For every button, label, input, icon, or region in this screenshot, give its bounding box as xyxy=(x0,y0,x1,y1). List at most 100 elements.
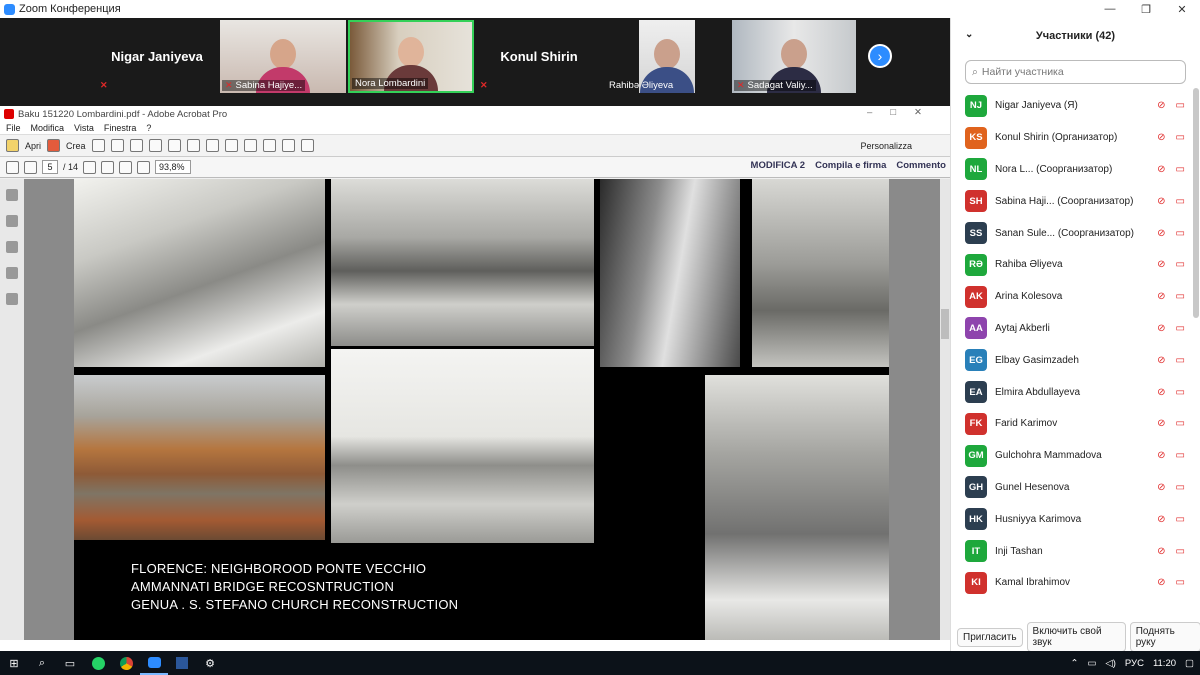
layers-icon[interactable] xyxy=(6,267,18,279)
window-titlebar: Zoom Конференция — ❐ ✕ xyxy=(0,0,1200,18)
participant-row[interactable]: EA Elmira Abdullayeva ⊘ ▭ xyxy=(951,376,1189,408)
prev-page-icon[interactable] xyxy=(6,160,19,174)
chrome-icon[interactable] xyxy=(112,651,140,675)
zoom-input[interactable]: 93,8% xyxy=(155,160,192,174)
participant-row[interactable]: FK Farid Karimov ⊘ ▭ xyxy=(951,408,1189,440)
stamp-icon[interactable] xyxy=(243,139,257,152)
participant-tile-sadagat[interactable]: ✕ Sadagat Valiy... xyxy=(732,20,856,93)
clock[interactable]: 11:20 xyxy=(1153,658,1176,669)
participant-row[interactable]: HK Husniyya Karimova ⊘ ▭ xyxy=(951,503,1189,535)
highlight-icon[interactable] xyxy=(262,139,276,152)
raise-hand-button[interactable]: Поднять руку xyxy=(1129,622,1200,652)
participant-row[interactable]: RƏ Rahiba Əliyeva ⊘ ▭ xyxy=(951,249,1189,281)
avatar: EA xyxy=(965,381,987,404)
acrobat-window-controls[interactable]: –□✕ xyxy=(867,107,940,118)
participant-tile-rahibe[interactable]: Rahibə Əliyeva xyxy=(604,20,730,93)
zoom-in-icon[interactable] xyxy=(137,160,151,174)
video-gallery: Nigar Janiyeva ✕ ✕ Sabina Hajiye... Nora … xyxy=(0,18,950,106)
participant-row[interactable]: GH Gunel Hesenova ⊘ ▭ xyxy=(951,472,1189,504)
modifica-link[interactable]: MODIFICA 2 xyxy=(751,160,806,171)
text-tool-icon[interactable] xyxy=(205,139,219,152)
create-pdf-icon[interactable] xyxy=(47,139,61,152)
participants-scrollbar[interactable] xyxy=(1193,88,1199,318)
participant-row[interactable]: EG Elbay Gasimzadeh ⊘ ▭ xyxy=(951,344,1189,376)
participant-tile-sabina[interactable]: ✕ Sabina Hajiye... xyxy=(220,20,346,93)
page-number-input[interactable]: 5 xyxy=(42,160,58,174)
shape-icon[interactable] xyxy=(300,139,314,152)
settings-icon[interactable] xyxy=(186,139,200,152)
menu-modifica[interactable]: Modifica xyxy=(31,123,65,133)
participant-search-input[interactable]: ⌕ Найти участника xyxy=(965,60,1186,84)
minimize-button[interactable]: — xyxy=(1092,0,1128,18)
signature-icon[interactable] xyxy=(6,293,18,305)
invite-button[interactable]: Пригласить xyxy=(957,627,1023,647)
print-icon[interactable] xyxy=(129,139,143,152)
participant-name: Elbay Gasimzadeh xyxy=(995,354,1079,366)
attachment-icon[interactable] xyxy=(6,241,18,253)
participant-row[interactable]: SH Sabina Haji... (Соорганизатор) ⊘ ▭ xyxy=(951,185,1189,217)
participant-row[interactable]: AK Arina Kolesova ⊘ ▭ xyxy=(951,281,1189,313)
unmute-button[interactable]: Включить свой звук xyxy=(1026,622,1126,652)
participant-row[interactable]: SS Sanan Sule... (Соорганизатор) ⊘ ▭ xyxy=(951,217,1189,249)
menu-help[interactable]: ? xyxy=(146,123,151,133)
chevron-up-icon[interactable]: ⌃ xyxy=(1070,658,1078,669)
menu-finestra[interactable]: Finestra xyxy=(104,123,137,133)
participant-status-icons: ⊘ ▭ xyxy=(1157,228,1185,239)
save-icon[interactable] xyxy=(91,139,105,152)
participant-row[interactable]: IT Inji Tashan ⊘ ▭ xyxy=(951,535,1189,567)
zoom-out-icon[interactable] xyxy=(119,160,133,174)
search-icon[interactable]: ⌕ xyxy=(28,651,56,675)
participant-row[interactable]: NJ Nigar Janiyeva (Я) ⊘ ▭ xyxy=(951,90,1189,122)
personalizza-dropdown[interactable]: Personalizza xyxy=(860,141,912,151)
bookmark-icon[interactable] xyxy=(6,215,18,227)
participant-status-icons: ⊘ ▭ xyxy=(1157,100,1185,111)
menu-vista[interactable]: Vista xyxy=(74,123,94,133)
settings-gear-icon[interactable]: ⚙ xyxy=(196,651,224,675)
photo-ruined-tower xyxy=(74,179,325,367)
zoom-logo-icon xyxy=(4,3,15,15)
participant-tile-konul[interactable]: Konul Shirin ✕ xyxy=(476,20,602,93)
volume-icon[interactable]: ◁) xyxy=(1105,658,1115,669)
participant-row[interactable]: KS Konul Shirin (Организатор) ⊘ ▭ xyxy=(951,122,1189,154)
tile-name: Nigar Janiyeva xyxy=(111,49,203,64)
network-icon[interactable]: ▭ xyxy=(1087,658,1096,669)
notification-icon[interactable]: ▢ xyxy=(1185,658,1194,669)
language-indicator[interactable]: РУС xyxy=(1125,658,1144,669)
participant-row[interactable]: NL Nora L... (Соорганизатор) ⊘ ▭ xyxy=(951,154,1189,186)
windows-start-icon[interactable]: ⊞ xyxy=(0,651,28,675)
close-button[interactable]: ✕ xyxy=(1164,0,1200,18)
participant-row[interactable]: AA Aytaj Akberli ⊘ ▭ xyxy=(951,313,1189,345)
compila-link[interactable]: Compila e firma xyxy=(815,160,886,171)
participant-tile-nora[interactable]: Nora Lombardini xyxy=(348,20,474,93)
email-icon[interactable] xyxy=(167,139,181,152)
document-scrollbar[interactable] xyxy=(940,179,950,640)
participant-name: Gulchohra Mammadova xyxy=(995,450,1102,462)
chevron-down-icon[interactable]: ⌄ xyxy=(965,29,973,40)
zoom-taskbar-icon[interactable] xyxy=(140,651,168,675)
commento-link[interactable]: Commento xyxy=(896,160,946,171)
acrobat-title: Baku 151220 Lombardini.pdf - Adobe Acrob… xyxy=(18,108,228,120)
hand-tool-icon[interactable] xyxy=(101,160,115,174)
comment-icon[interactable] xyxy=(224,139,238,152)
crea-button[interactable]: Crea xyxy=(66,141,86,151)
pages-icon[interactable] xyxy=(6,189,18,201)
task-view-icon[interactable]: ▭ xyxy=(56,651,84,675)
next-page-arrow-icon[interactable] xyxy=(24,160,37,174)
participant-row[interactable]: KI Kamal Ibrahimov ⊘ ▭ xyxy=(951,567,1189,599)
participant-row[interactable]: GM Gulchohra Mammadova ⊘ ▭ xyxy=(951,440,1189,472)
pen-icon[interactable] xyxy=(281,139,295,152)
next-page-icon[interactable]: › xyxy=(868,44,892,68)
edit-icon[interactable] xyxy=(148,139,162,152)
apri-button[interactable]: Apri xyxy=(25,141,41,151)
whatsapp-icon[interactable] xyxy=(84,651,112,675)
open-folder-icon[interactable] xyxy=(6,139,19,152)
acrobat-navbar: 5 / 14 93,8% MODIFICA 2 Compila e firma … xyxy=(0,157,950,178)
word-icon[interactable] xyxy=(168,651,196,675)
mic-muted-icon: ⊘ xyxy=(1157,386,1166,398)
upload-icon[interactable] xyxy=(110,139,124,152)
menu-file[interactable]: File xyxy=(6,123,21,133)
mic-muted-icon: ⊘ xyxy=(1157,291,1166,303)
select-tool-icon[interactable] xyxy=(83,160,97,174)
maximize-button[interactable]: ❐ xyxy=(1128,0,1164,18)
participant-tile-nigar[interactable]: Nigar Janiyeva ✕ xyxy=(96,20,218,93)
